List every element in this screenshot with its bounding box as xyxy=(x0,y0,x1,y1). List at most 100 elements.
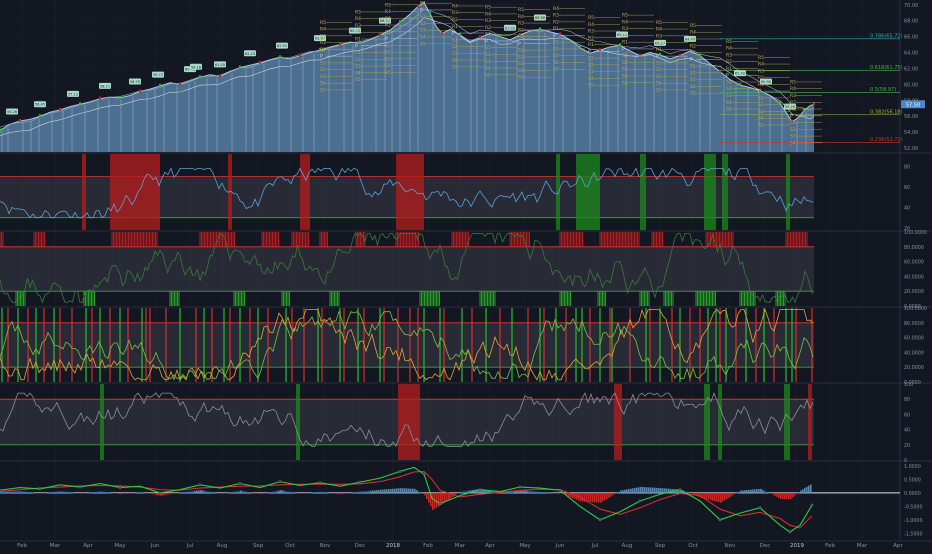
macd-histogram-bar xyxy=(50,492,52,493)
macd-histogram-bar xyxy=(292,492,294,493)
rsi-oversold-zone xyxy=(704,154,716,230)
macd-histogram-bar xyxy=(360,491,362,493)
pivot-label: S2 xyxy=(420,21,426,27)
macd-histogram-bar xyxy=(14,491,16,493)
pivot-label: R1 xyxy=(420,1,426,7)
macd-histogram-bar xyxy=(340,492,342,495)
macd-histogram-bar xyxy=(242,490,244,493)
macd-histogram-bar xyxy=(126,492,128,494)
rsi-overbought-zone xyxy=(82,154,86,230)
pivot-label: S1 xyxy=(518,48,524,54)
macd-histogram-bar xyxy=(220,492,222,494)
pivot-label: S3 xyxy=(518,61,524,67)
macd-histogram-bar xyxy=(392,488,394,493)
pivot-label: R3 xyxy=(385,16,391,22)
macd-histogram-bar xyxy=(358,491,360,493)
pivot-label: R5 xyxy=(690,23,696,29)
x-tick-label: Feb xyxy=(17,543,27,549)
pivot-label: S2 xyxy=(385,50,391,56)
macd-histogram-bar xyxy=(774,492,776,496)
macd-histogram-bar xyxy=(148,492,150,494)
macd-histogram-bar xyxy=(336,492,338,495)
pivot-label: P xyxy=(355,43,358,49)
macd-histogram-bar xyxy=(192,490,194,493)
pivot-label: S4 xyxy=(452,58,458,64)
macd-histogram-bar xyxy=(162,492,164,496)
macd-histogram-bar xyxy=(338,492,340,495)
x-tick-label: Aug xyxy=(217,543,228,549)
macd-histogram-bar xyxy=(328,492,330,494)
macd-histogram-bar xyxy=(404,488,406,493)
pivot-label: S2 xyxy=(452,44,458,50)
macd-histogram-bar xyxy=(436,492,438,508)
pivot-label: S4 xyxy=(485,66,491,72)
macd-histogram-bar xyxy=(618,491,620,493)
pivot-label: R3 xyxy=(656,33,662,39)
macd-histogram-bar xyxy=(744,490,746,493)
macd-histogram-bar xyxy=(728,492,730,498)
macd-tick-label: -1.0000 xyxy=(904,518,923,524)
macd-histogram-bar xyxy=(260,492,262,495)
macd-histogram-bar xyxy=(38,492,40,494)
price-candle xyxy=(619,43,621,47)
macd-histogram-bar xyxy=(288,491,290,493)
macd-histogram-bar xyxy=(96,491,98,493)
pivot-label: R2 xyxy=(452,17,458,23)
macd-histogram-bar xyxy=(224,492,226,494)
macd-histogram-bar xyxy=(90,492,92,494)
macd-histogram-bar xyxy=(754,489,756,493)
macd-histogram-bar xyxy=(208,491,210,493)
pivot-label: S1 xyxy=(485,45,491,51)
pivot-label: R5 xyxy=(656,20,662,26)
macd-histogram-bar xyxy=(422,492,424,495)
pivot-label: S5 xyxy=(518,75,524,81)
pivot-label: P xyxy=(320,54,323,60)
macd-histogram-bar xyxy=(648,487,650,493)
pivot-label: R4 xyxy=(485,11,491,17)
macd-histogram-bar xyxy=(198,490,200,493)
rsi-oversold-zone xyxy=(576,154,600,230)
macd-histogram-bar xyxy=(790,492,792,499)
macd-histogram-bar xyxy=(750,489,752,493)
pivot-label: S3 xyxy=(553,53,559,59)
pivot-label: P xyxy=(553,33,556,39)
macd-histogram-bar xyxy=(118,492,120,495)
macd-histogram-bar xyxy=(432,492,434,510)
pivot-label: R3 xyxy=(355,23,361,29)
macd-histogram-bar xyxy=(42,492,44,494)
macd-histogram-bar xyxy=(710,492,712,501)
macd-histogram-bar xyxy=(58,491,60,493)
pivot-label: R5 xyxy=(355,9,361,15)
price-candle xyxy=(199,75,201,79)
x-tick-label: Feb xyxy=(825,543,835,549)
chart-canvas[interactable]: Feb Mar Apr May Jun Jul Aug Sep Oct Nov Dec 2018 Feb… xyxy=(0,0,932,550)
pivot-label: R4 xyxy=(790,86,796,92)
x-tick-label: Dec xyxy=(760,543,771,549)
macd-histogram-bar xyxy=(766,491,768,493)
price-tick-label: 54.00 xyxy=(904,130,918,136)
pivot-label: S5 xyxy=(690,91,696,97)
pivot-label: S4 xyxy=(355,70,361,76)
macd-histogram-bar xyxy=(88,492,90,494)
macd-histogram-bar xyxy=(390,488,392,493)
macd-histogram-bar xyxy=(190,491,192,493)
macd-histogram-bar xyxy=(550,492,552,494)
macd-histogram-bar xyxy=(426,492,428,499)
macd-histogram-bar xyxy=(658,487,660,493)
pivot-label: S5 xyxy=(656,87,662,93)
macd-histogram-bar xyxy=(100,491,102,493)
price-tick-label: 70.00 xyxy=(904,3,918,9)
pivot-label: S1 xyxy=(420,14,426,20)
macd-histogram-bar xyxy=(650,487,652,493)
macd-histogram-bar xyxy=(64,491,66,493)
x-tick-label: Sep xyxy=(253,543,264,549)
macd-histogram-bar xyxy=(734,492,736,495)
macd-histogram-bar xyxy=(34,492,36,494)
pivot-label: P xyxy=(690,57,693,63)
pivot-label: R4 xyxy=(726,46,732,52)
macd-histogram-bar xyxy=(176,492,178,494)
pivot-label: R4 xyxy=(320,27,326,33)
macd-histogram-bar xyxy=(406,488,408,493)
macd-histogram-bar xyxy=(86,492,88,494)
macd-histogram-bar xyxy=(218,492,220,494)
